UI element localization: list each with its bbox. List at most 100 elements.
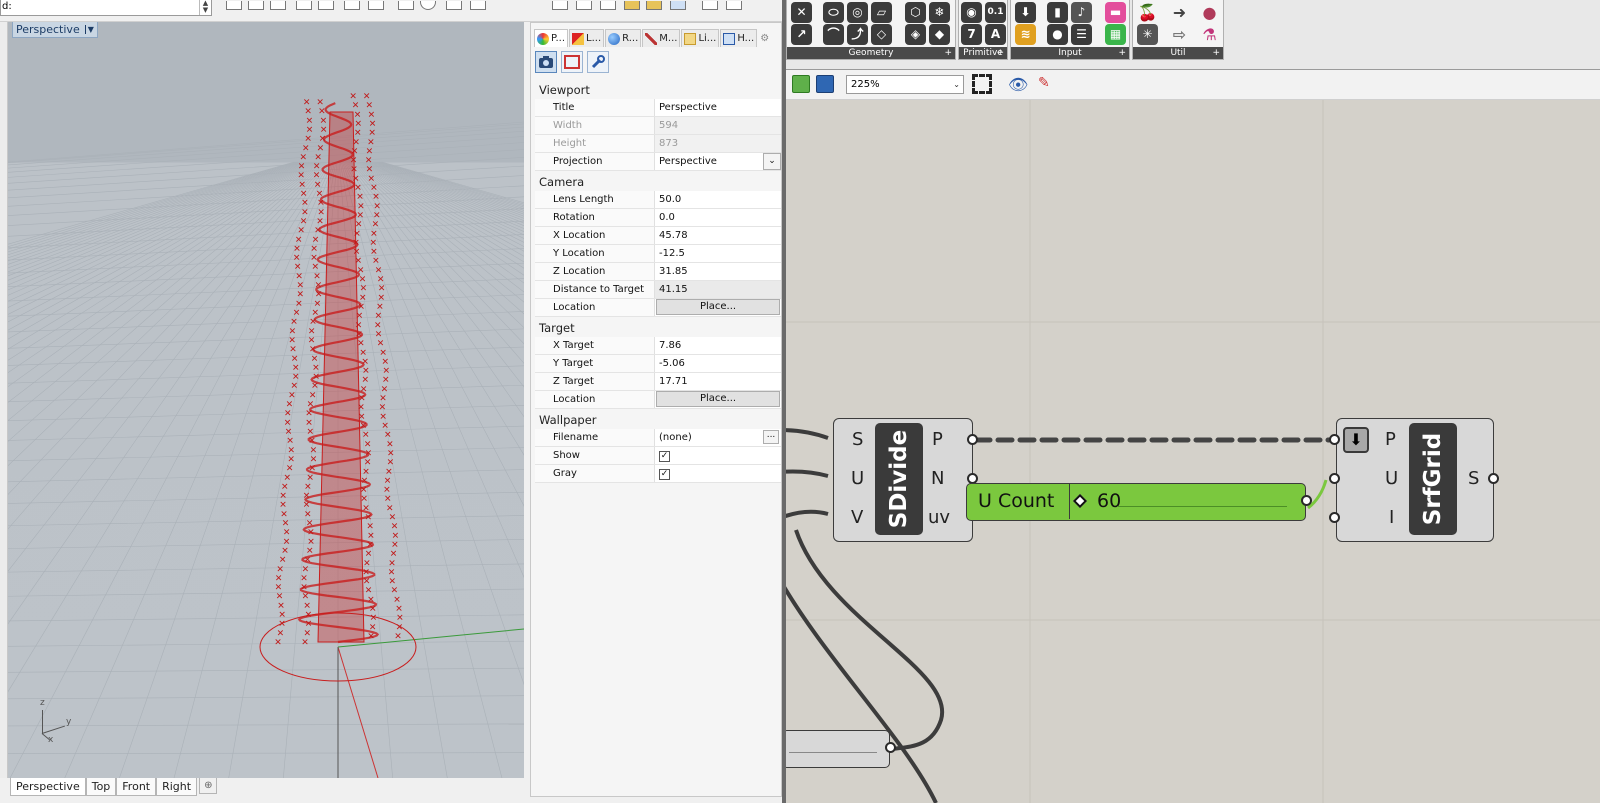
toolbar-icon-13[interactable] [576,1,592,10]
slider-track[interactable] [1117,499,1287,507]
sdivide-output-n[interactable]: N [931,468,944,489]
geometry-icon-2[interactable]: ⬭ [823,2,844,23]
toolbar-icon-1[interactable] [226,1,242,10]
preview-eye-icon[interactable]: 👁 [1008,75,1028,94]
command-line[interactable]: d: ▲ ▼ [0,0,212,16]
target-place-button[interactable]: Place... [656,391,780,407]
folder-open-icon[interactable] [646,1,662,10]
tab-materials[interactable]: M... [642,29,681,47]
y-location-field[interactable]: -12.5 [655,245,781,262]
geometry-icon-3[interactable]: ◎ [847,2,868,23]
sdivide-output-uv[interactable]: uv [928,507,950,528]
viewport-dropdown-icon[interactable]: ▼ [84,25,94,34]
u-count-slider[interactable]: U Count 60 [966,483,1312,521]
gray-checkbox[interactable]: ✓ [659,469,670,480]
geometry-icon-5[interactable]: ⬡ [905,2,926,23]
gear-icon[interactable]: ⚙ [758,29,772,47]
input-icon-3[interactable]: ♪ [1071,2,1092,23]
arrow-down-icon[interactable]: ⬇ [1343,427,1369,453]
perspective-viewport[interactable]: ✕ ✕ ✕ ✕ ✕ ✕ ✕ ✕ ✕ ✕ ✕ ✕ ✕ ✕ ✕ ✕ ✕ ✕ ✕ ✕ ✕ ✕ ✕ ✕ ✕ ✕ ✕ ✕ ✕ ✕ ✕ ✕ ✕ ✕ ✕ ✕ ✕ ✕ ✕ ✕… [8,22,524,778]
arrow-outline-icon[interactable]: ⇨ [1169,24,1190,45]
primitive-icon-4[interactable]: A [985,24,1006,45]
viewport-title[interactable]: Perspective ▼ [12,22,98,38]
geometry-icon-9[interactable]: ⤴ [847,24,868,45]
grasshopper-canvas[interactable]: SDivide S U V P N uv U Count 60 ⬇ SrfGri… [786,100,1600,803]
toolbar-icon-10[interactable] [446,1,462,10]
geometry-icon-7[interactable]: ↗ [791,24,812,45]
tab-render[interactable]: R... [605,29,642,47]
chevron-down-icon[interactable]: ⌄ [763,153,781,170]
cherry-icon[interactable]: 🍒 [1137,2,1158,23]
rotation-field[interactable]: 0.0 [655,209,781,226]
print-icon[interactable] [702,1,718,10]
sdivide-output-p[interactable]: P [932,429,943,450]
flask-icon[interactable]: ⚗ [1199,24,1220,45]
secondary-slider[interactable] [786,730,896,768]
filename-field[interactable]: (none)... [655,429,781,446]
slider-output-grip[interactable] [1301,495,1312,506]
show-checkbox[interactable]: ✓ [659,451,670,462]
tab-properties[interactable]: P... [534,29,569,47]
input-icon-1[interactable]: ⬇ [1015,2,1036,23]
sketch-pen-icon[interactable]: ✎ [1038,75,1050,91]
srfgrid-component[interactable]: ⬇ SrfGrid P U I S [1329,418,1499,542]
sdivide-input-v[interactable]: V [851,507,863,528]
tab-perspective[interactable]: Perspective [10,778,86,796]
srfgrid-p-grip[interactable] [1329,434,1340,445]
projection-select[interactable]: Perspective ⌄ [655,153,781,170]
toolbar-icon-6[interactable] [344,1,360,10]
input-icon-7[interactable]: ☰ [1071,24,1092,45]
toolbar-icon-17[interactable] [670,1,686,10]
sphere-icon[interactable]: ● [1199,2,1220,23]
browse-button[interactable]: ... [763,430,779,444]
toolbar-icon-2[interactable] [248,1,264,10]
graph-icon[interactable]: ≋ [1015,24,1036,45]
distance-field[interactable]: 41.15 [655,281,781,298]
primitive-icon-2[interactable]: 0.1 [985,2,1006,23]
toolbar-icon-11[interactable] [470,1,486,10]
geometry-icon-1[interactable]: ✕ [791,2,812,23]
x-target-field[interactable]: 7.86 [655,337,781,354]
zoom-select[interactable]: 225% ⌄ [846,75,964,94]
secondary-slider-grip[interactable] [885,742,896,753]
primitive-icon-3[interactable]: 7 [961,24,982,45]
folder-icon[interactable] [624,1,640,10]
sdivide-component[interactable]: SDivide S U V P N uv [833,418,978,542]
input-icon-2[interactable]: ▮ [1047,2,1068,23]
tab-help[interactable]: H... [720,29,758,47]
tab-top[interactable]: Top [85,778,117,796]
toolbar-icon-14[interactable] [600,1,616,10]
camera-icon[interactable] [535,51,557,73]
geometry-icon-10[interactable]: ◇ [871,24,892,45]
toolbar-icon-9[interactable] [420,1,436,10]
srfgrid-input-i[interactable]: I [1389,507,1394,528]
input-icon-6[interactable]: ● [1047,24,1068,45]
save-icon[interactable] [816,75,834,93]
toolbar-icon-4[interactable] [296,1,312,10]
toolbar-icon-3[interactable] [270,1,286,10]
x-location-field[interactable]: 45.78 [655,227,781,244]
lens-length-field[interactable]: 50.0 [655,191,781,208]
open-file-icon[interactable] [792,75,810,93]
srfgrid-output-s[interactable]: S [1468,468,1479,489]
secondary-slider-track[interactable] [789,745,877,753]
command-spinner[interactable]: ▲ ▼ [199,0,211,15]
tab-front[interactable]: Front [116,778,157,796]
geometry-icon-8[interactable]: ⌒ [823,24,844,45]
camera-place-button[interactable]: Place... [656,299,780,315]
srfgrid-input-p[interactable]: P [1385,429,1396,450]
gradient-icon[interactable]: ▬ [1105,2,1126,23]
toolbar-icon-7[interactable] [368,1,384,10]
tab-right[interactable]: Right [156,778,198,796]
srfgrid-input-u[interactable]: U [1385,468,1398,489]
sdivide-p-grip[interactable] [967,434,978,445]
srfgrid-i-grip[interactable] [1329,512,1340,523]
geometry-icon-11[interactable]: ◈ [905,24,926,45]
zoom-extents-icon[interactable] [972,74,992,94]
tab-libraries[interactable]: Li... [681,29,720,47]
frame-icon[interactable] [561,51,583,73]
tree-icon[interactable]: ✳ [1137,24,1158,45]
geometry-icon-12[interactable]: ◆ [929,24,950,45]
toolbar-icon-8[interactable] [398,1,414,10]
toolbar-icon-5[interactable] [318,1,334,10]
